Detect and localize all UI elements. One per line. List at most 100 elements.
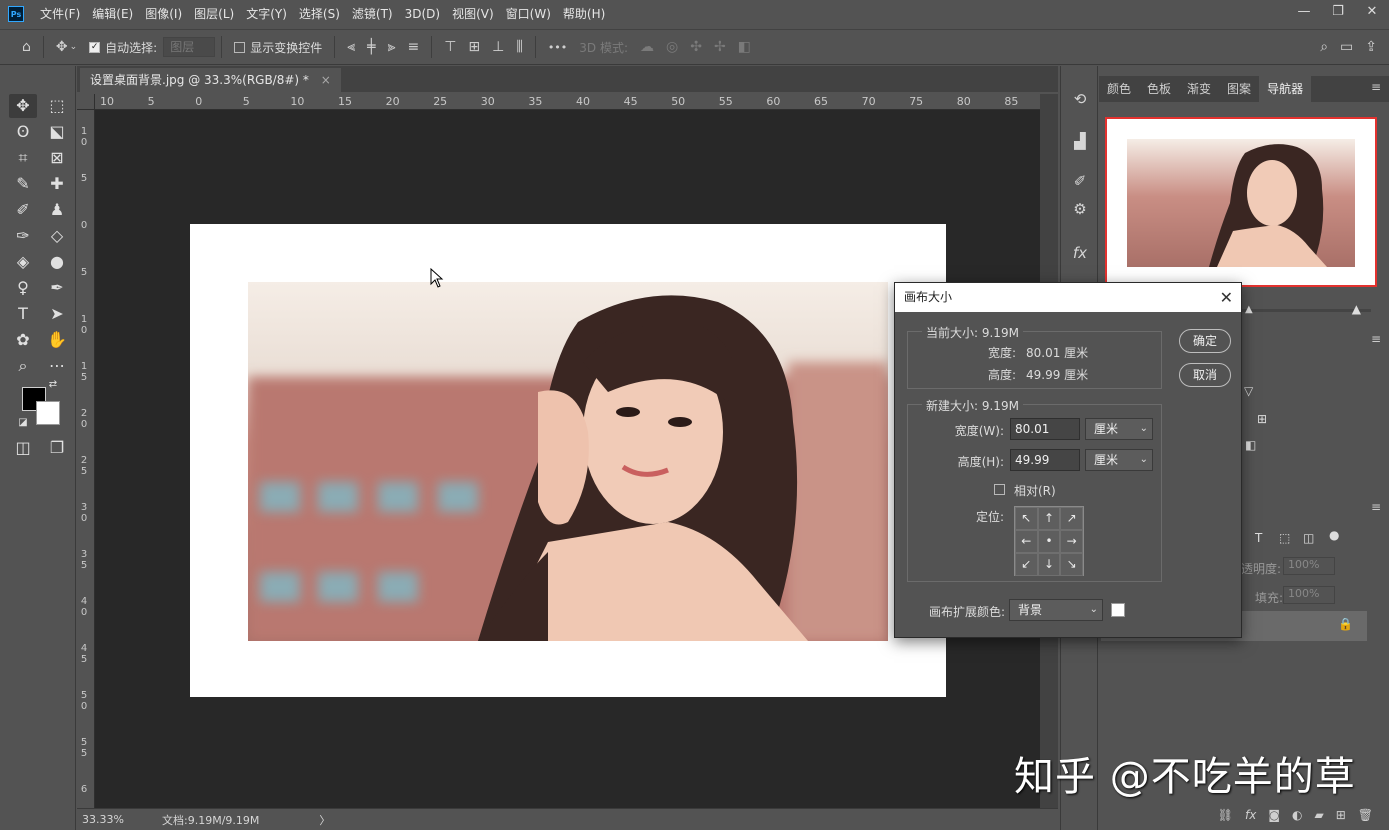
blur-tool-icon[interactable]: ● xyxy=(43,250,71,274)
status-menu-arrow-icon[interactable]: 〉 xyxy=(319,812,330,828)
history-panel-icon[interactable]: ⟲ xyxy=(1069,88,1091,110)
navigator-preview[interactable] xyxy=(1105,117,1377,287)
tab-navigator[interactable]: 导航器 xyxy=(1259,76,1312,102)
crop-tool-icon[interactable]: ⌗ xyxy=(9,146,37,170)
ext-color-swatch[interactable] xyxy=(1111,603,1125,617)
menu-edit[interactable]: 编辑(E) xyxy=(86,0,139,28)
lasso-tool-icon[interactable]: ʘ xyxy=(9,120,37,144)
width-input[interactable]: 80.01 xyxy=(1010,418,1080,440)
frame-tool-icon[interactable]: ⊠ xyxy=(43,146,71,170)
new-group-icon[interactable]: ▰ xyxy=(1314,808,1323,822)
align-right-icon[interactable]: ⫸ xyxy=(388,39,396,55)
tab-patterns[interactable]: 图案 xyxy=(1219,76,1259,102)
home-icon[interactable]: ⌂ xyxy=(22,39,31,55)
layer-style-icon[interactable]: fx xyxy=(1245,808,1256,822)
anchor-top-left[interactable]: ↖ xyxy=(1015,507,1038,530)
background-color-swatch[interactable] xyxy=(36,401,60,425)
panel-menu-icon[interactable]: ≡ xyxy=(1371,500,1381,514)
brush-tool-icon[interactable]: ✐ xyxy=(9,198,37,222)
eraser-tool-icon[interactable]: ◇ xyxy=(43,224,71,248)
menu-window[interactable]: 窗口(W) xyxy=(500,0,557,28)
more-options-icon[interactable]: ••• xyxy=(548,41,567,54)
align-top-icon[interactable]: ⊤ xyxy=(444,39,456,55)
paint-bucket-tool-icon[interactable]: ◈ xyxy=(9,250,37,274)
eyedropper-tool-icon[interactable]: ✎ xyxy=(9,172,37,196)
ext-color-select[interactable]: 背景 ⌄ xyxy=(1009,599,1103,621)
close-window-button[interactable]: ✕ xyxy=(1355,0,1389,28)
show-transform-checkbox[interactable] xyxy=(234,41,246,53)
delete-layer-icon[interactable]: 🗑 xyxy=(1358,808,1373,822)
type-filter-icon[interactable]: T xyxy=(1255,531,1262,545)
styles-panel-icon[interactable]: fx xyxy=(1069,242,1091,264)
path-select-tool-icon[interactable]: ➤ xyxy=(43,302,71,326)
distribute-vertical-icon[interactable]: ⫼ xyxy=(516,39,522,55)
photo-layer[interactable] xyxy=(248,282,888,641)
share-icon[interactable]: ⇪ xyxy=(1365,39,1377,55)
height-input[interactable]: 49.99 xyxy=(1010,449,1080,471)
width-unit-select[interactable]: 厘米 ⌄ xyxy=(1085,418,1153,440)
filter-toggle-icon[interactable]: ● xyxy=(1329,528,1339,542)
healing-brush-tool-icon[interactable]: ✚ xyxy=(43,172,71,196)
document-tab[interactable]: 设置桌面背景.jpg @ 33.3%(RGB/8#) * × xyxy=(80,68,341,92)
close-tab-icon[interactable]: × xyxy=(321,73,331,87)
auto-select-option[interactable]: ✓ 自动选择: xyxy=(89,39,157,56)
shape-tool-icon[interactable]: ✿ xyxy=(9,328,37,352)
tab-color[interactable]: 颜色 xyxy=(1099,76,1139,102)
anchor-left[interactable]: ← xyxy=(1015,530,1038,553)
smart-filter-icon[interactable]: ◫ xyxy=(1303,531,1314,545)
move-tool-icon[interactable]: ✥ xyxy=(9,94,37,118)
anchor-right[interactable]: → xyxy=(1060,530,1083,553)
menu-layer[interactable]: 图层(L) xyxy=(188,0,240,28)
ok-button[interactable]: 确定 xyxy=(1179,329,1231,353)
adjustment-layer-icon[interactable]: ◐ xyxy=(1292,808,1302,822)
search-icon[interactable]: ⌕ xyxy=(1320,39,1328,55)
brush-settings-icon[interactable]: ✐ xyxy=(1069,170,1091,192)
anchor-center[interactable]: • xyxy=(1037,530,1061,553)
relative-checkbox[interactable] xyxy=(994,484,1005,495)
menu-filter[interactable]: 滤镜(T) xyxy=(346,0,399,28)
screen-mode-icon[interactable]: ❐ xyxy=(43,436,71,460)
opacity-input[interactable]: 100% xyxy=(1283,557,1335,575)
dialog-close-icon[interactable]: ✕ xyxy=(1220,283,1233,312)
anchor-bottom-right[interactable]: ↘ xyxy=(1060,553,1083,576)
chevron-down-icon[interactable]: ⌄ xyxy=(70,42,78,52)
object-select-tool-icon[interactable]: ⬕ xyxy=(43,120,71,144)
show-transform-option[interactable]: 显示变换控件 xyxy=(234,39,322,56)
adjustments-panel-icon[interactable]: ⚙ xyxy=(1069,198,1091,220)
align-left-icon[interactable]: ⫷ xyxy=(347,39,355,55)
align-bottom-icon[interactable]: ⊥ xyxy=(492,39,504,55)
align-hcenter-icon[interactable]: ╪ xyxy=(367,39,375,55)
type-tool-icon[interactable]: T xyxy=(9,302,37,326)
shape-filter-icon[interactable]: ⬚ xyxy=(1279,531,1290,545)
anchor-bottom[interactable]: ↓ xyxy=(1037,553,1061,576)
zoom-slider-handle[interactable]: ▲ xyxy=(1245,304,1253,315)
marquee-tool-icon[interactable]: ⬚ xyxy=(43,94,71,118)
zoom-in-icon[interactable]: ▲ xyxy=(1352,302,1361,316)
height-unit-select[interactable]: 厘米 ⌄ xyxy=(1085,449,1153,471)
zoom-level[interactable]: 33.33% xyxy=(82,813,162,826)
panel-menu-icon[interactable]: ≡ xyxy=(1371,332,1381,346)
menu-file[interactable]: 文件(F) xyxy=(34,0,86,28)
hand-tool-icon[interactable]: ✋ xyxy=(43,328,71,352)
anchor-top-right[interactable]: ↗ xyxy=(1060,507,1083,530)
histogram-panel-icon[interactable]: ▟ xyxy=(1069,130,1091,152)
stamp-tool-icon[interactable]: ♟ xyxy=(43,198,71,222)
menu-type[interactable]: 文字(Y) xyxy=(240,0,293,28)
tab-swatches[interactable]: 色板 xyxy=(1139,76,1179,102)
tab-gradients[interactable]: 渐变 xyxy=(1179,76,1219,102)
quick-mask-icon[interactable]: ◫ xyxy=(9,436,37,460)
panel-menu-icon[interactable]: ≡ xyxy=(1371,80,1381,94)
new-layer-icon[interactable]: ⊞ xyxy=(1336,808,1346,822)
minimize-button[interactable]: — xyxy=(1287,0,1321,28)
distribute-icon[interactable]: ≡ xyxy=(407,39,419,55)
menu-3d[interactable]: 3D(D) xyxy=(399,0,446,28)
history-brush-tool-icon[interactable]: ✑ xyxy=(9,224,37,248)
dodge-tool-icon[interactable]: ♀ xyxy=(9,276,37,300)
layer-mask-icon[interactable]: ◙ xyxy=(1268,808,1280,822)
edit-toolbar-icon[interactable]: ⋯ xyxy=(43,354,71,378)
dialog-title-bar[interactable]: 画布大小 ✕ xyxy=(895,283,1241,312)
anchor-bottom-left[interactable]: ↙ xyxy=(1015,553,1038,576)
restore-button[interactable]: ❐ xyxy=(1321,0,1355,28)
menu-view[interactable]: 视图(V) xyxy=(446,0,500,28)
fill-input[interactable]: 100% xyxy=(1283,586,1335,604)
